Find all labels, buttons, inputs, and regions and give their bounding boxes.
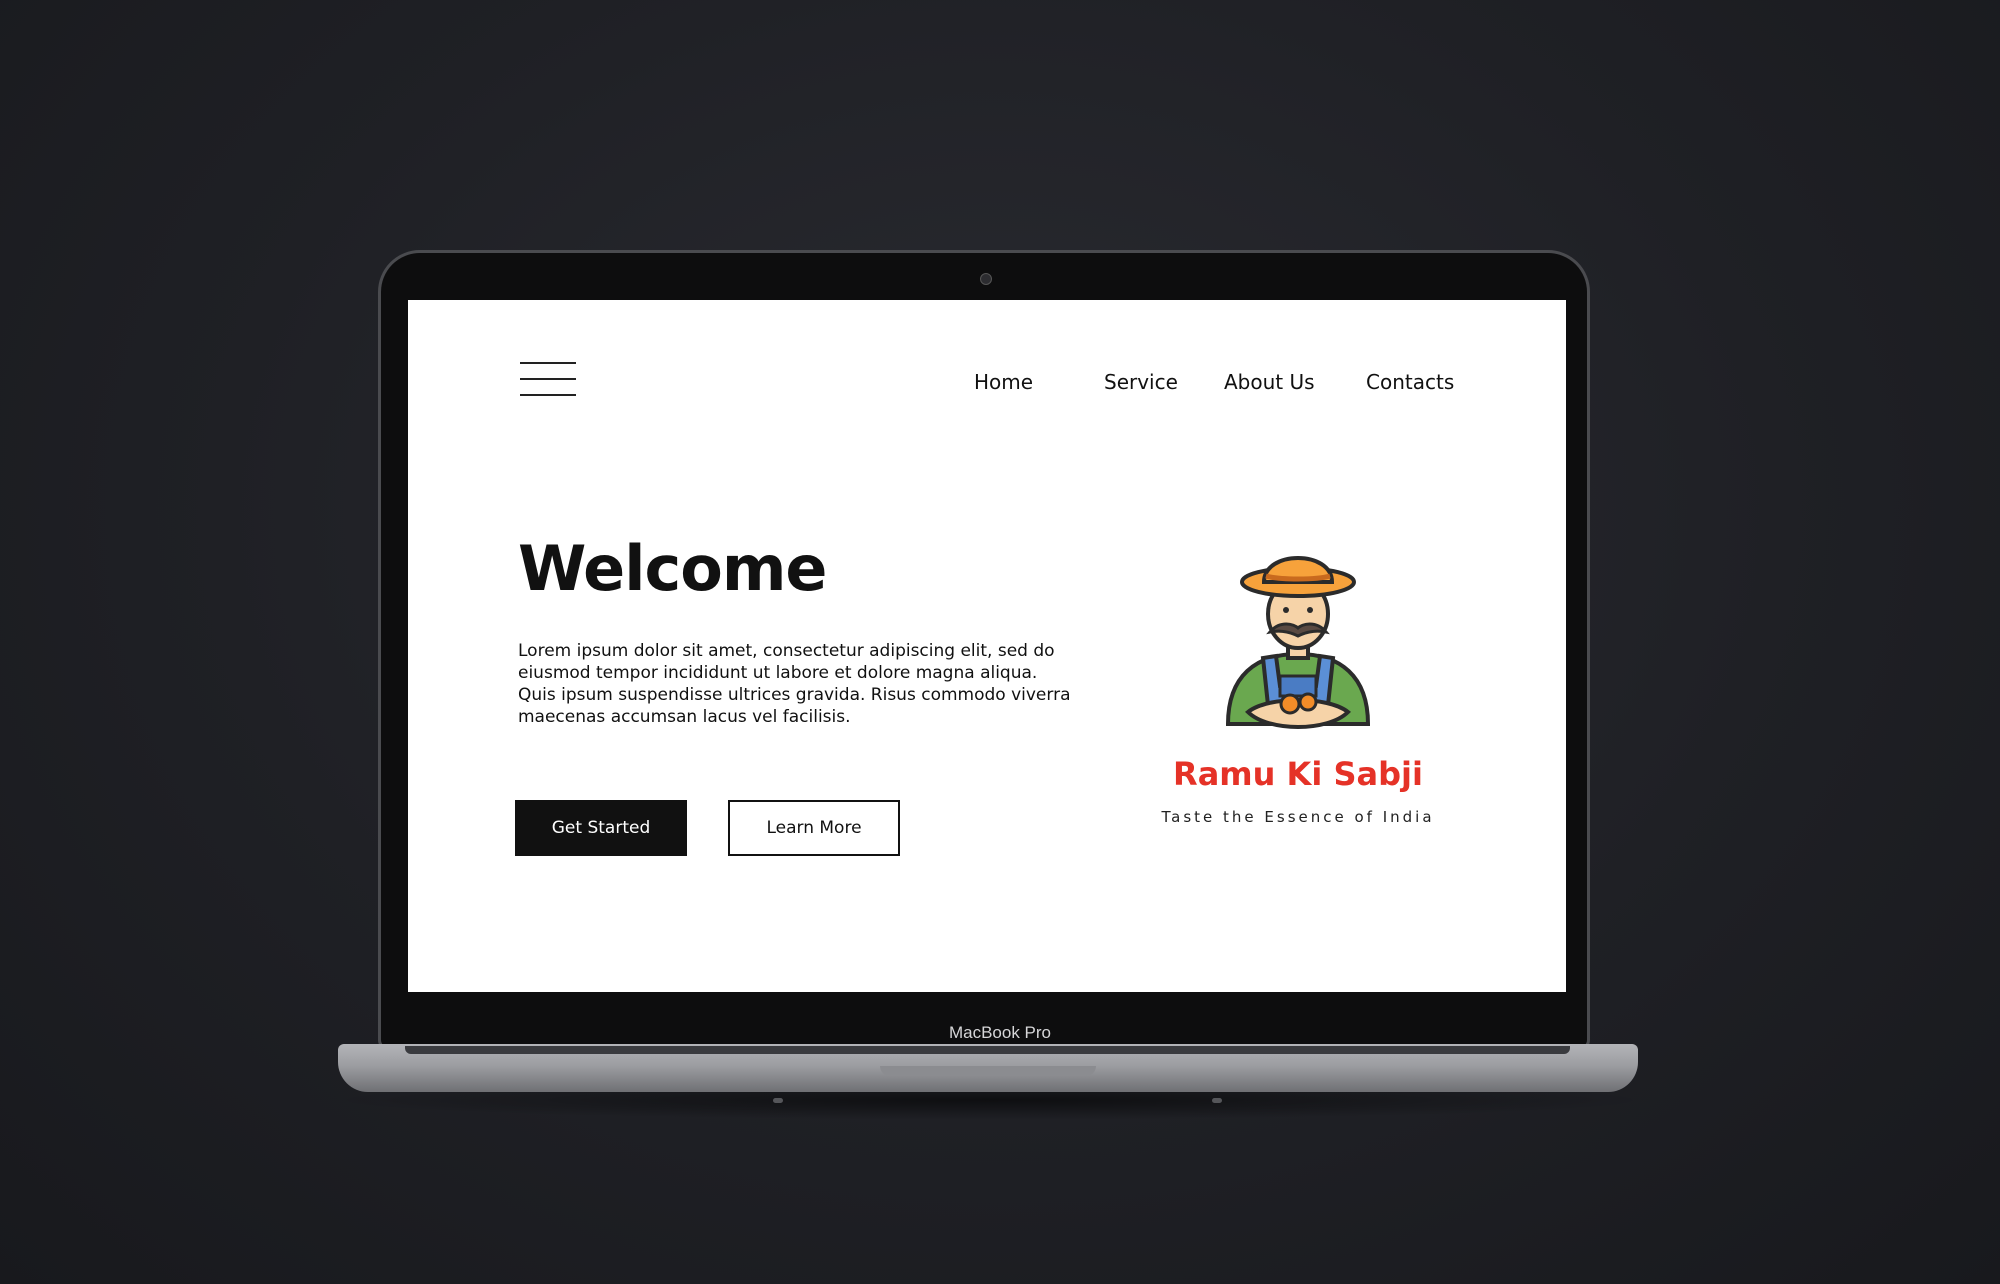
hero-description: Lorem ipsum dolor sit amet, consectetur … <box>518 641 1071 727</box>
webcam <box>980 273 992 285</box>
nav-service[interactable]: Service <box>1104 370 1178 394</box>
laptop-screen: Home Service About Us Contacts Welcome L… <box>408 300 1566 992</box>
hinge <box>405 1046 1570 1054</box>
laptop-foot <box>1212 1098 1222 1103</box>
brand-tagline: Taste the Essence of India <box>1161 808 1435 826</box>
brand-name: Ramu Ki Sabji <box>1173 755 1423 793</box>
hero-title: Welcome <box>518 532 827 605</box>
device-model-label: MacBook Pro <box>948 1023 1052 1042</box>
nav-about-us[interactable]: About Us <box>1224 370 1315 394</box>
nav-contacts[interactable]: Contacts <box>1366 370 1454 394</box>
get-started-button[interactable]: Get Started <box>515 800 687 856</box>
hamburger-menu-icon[interactable] <box>520 362 576 398</box>
laptop-foot <box>773 1098 783 1103</box>
nav-home[interactable]: Home <box>974 370 1033 394</box>
learn-more-button[interactable]: Learn More <box>728 800 900 856</box>
farmer-mascot-logo <box>1225 556 1371 729</box>
opening-notch <box>880 1066 1096 1076</box>
